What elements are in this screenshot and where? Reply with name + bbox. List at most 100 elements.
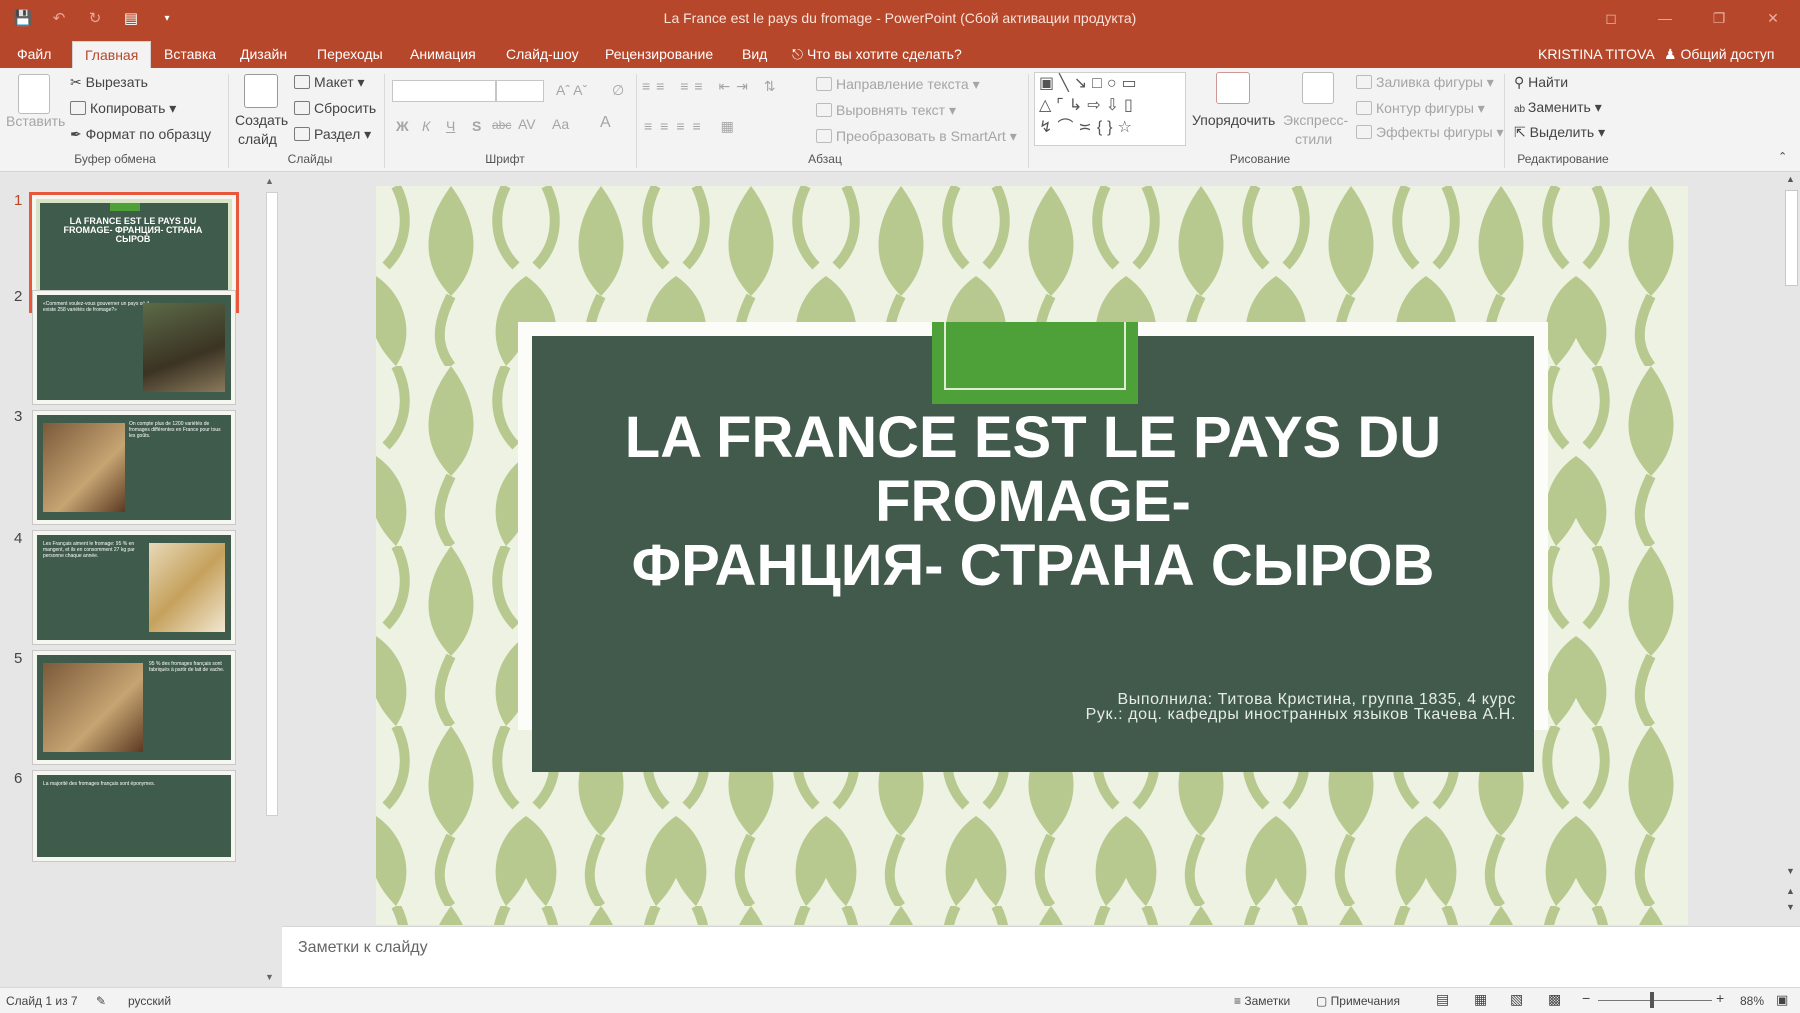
font-size-input[interactable]	[496, 80, 544, 102]
copy-button[interactable]: Копировать ▾	[70, 100, 176, 117]
align-text-button[interactable]: Выровнять текст ▾	[816, 102, 956, 119]
replace-button[interactable]: ab Заменить ▾	[1514, 99, 1602, 116]
new-slide-button-2[interactable]: слайд	[238, 131, 277, 147]
maximize-icon[interactable]: ❐	[1692, 0, 1746, 36]
italic-button[interactable]: К	[422, 118, 430, 134]
thumbnail-scroll-knob[interactable]	[266, 192, 278, 816]
title-bar: 💾 ↶ ↻ ▤ ▾ La France est le pays du froma…	[0, 0, 1800, 36]
slideshow-view-icon[interactable]: ▩	[1548, 991, 1561, 1008]
tab-transitions[interactable]: Переходы	[305, 41, 395, 68]
slide-canvas[interactable]: LA FRANCE EST LE PAYS DU FROMAGE- ФРАНЦИ…	[376, 186, 1688, 925]
scroll-down-icon[interactable]: ▼	[265, 972, 274, 982]
reading-view-icon[interactable]: ▧	[1510, 991, 1523, 1008]
new-slide-button[interactable]: Создать	[235, 112, 288, 128]
shape-effects-button[interactable]: Эффекты фигуры ▾	[1356, 124, 1504, 141]
thumb-number: 4	[14, 530, 23, 547]
tab-insert[interactable]: Вставка	[152, 41, 228, 68]
slide-title[interactable]: LA FRANCE EST LE PAYS DU FROMAGE- ФРАНЦИ…	[552, 406, 1514, 598]
tab-file[interactable]: Файл	[5, 41, 63, 68]
tab-home[interactable]: Главная	[72, 41, 152, 68]
font-name-input[interactable]	[392, 80, 496, 102]
shapes-gallery[interactable]: ▣╲↘□○▭ △⌜↳⇨⇩▯ ↯⌒≍{}☆	[1034, 72, 1186, 146]
ribbon-display-icon[interactable]: ◻	[1584, 0, 1638, 36]
minimize-icon[interactable]: —	[1638, 0, 1692, 36]
tell-me-label: Что вы хотите сделать?	[806, 46, 962, 62]
bold-button[interactable]: Ж	[396, 118, 409, 134]
share-button[interactable]: ♟ Общий доступ	[1664, 46, 1775, 63]
underline-button[interactable]: Ч	[446, 118, 455, 134]
scroll-up-icon[interactable]: ▲	[1786, 174, 1795, 184]
grow-font-icon[interactable]: Aˆ Aˇ	[556, 82, 587, 98]
zoom-slider-handle[interactable]	[1650, 992, 1654, 1008]
section-button[interactable]: Раздел ▾	[294, 126, 371, 143]
prev-slide-icon[interactable]: ▲	[1786, 886, 1795, 896]
paste-icon[interactable]	[18, 74, 50, 114]
quick-styles-button-2[interactable]: стили	[1295, 131, 1332, 147]
select-button[interactable]: ⇱ Выделить ▾	[1514, 124, 1605, 141]
tab-slideshow[interactable]: Слайд-шоу	[494, 41, 591, 68]
tab-review[interactable]: Рецензирование	[593, 41, 725, 68]
slide-scrollbar[interactable]: ▲ ▼ ▲ ▼	[1782, 172, 1800, 926]
arrange-icon[interactable]	[1216, 72, 1250, 104]
scroll-up-icon[interactable]: ▲	[265, 176, 274, 186]
fit-slide-icon[interactable]: ▣	[1776, 992, 1788, 1008]
align-buttons[interactable]: ≡≡≡≡ ▦	[644, 118, 742, 135]
tab-animation[interactable]: Анимация	[398, 41, 488, 68]
slide-thumbnail-6[interactable]: La majorité des fromages français sont é…	[32, 770, 236, 862]
fill-icon	[1356, 75, 1372, 89]
text-direction-button[interactable]: Направление текста ▾	[816, 76, 980, 93]
scroll-down-icon[interactable]: ▼	[1786, 866, 1795, 876]
slide-thumbnail-2[interactable]: «Comment voulez-vous gouverner un pays o…	[32, 290, 236, 405]
slide-thumbnail-3[interactable]: On compte plus de 1200 variétés de froma…	[32, 410, 236, 525]
window-title: La France est le pays du fromage - Power…	[663, 10, 1137, 26]
collapse-ribbon-icon[interactable]: ⌃	[1778, 150, 1787, 163]
slide-thumbnail-5[interactable]: 95 % des fromages français sont fabriqué…	[32, 650, 236, 765]
find-button[interactable]: ⚲ Найти	[1514, 74, 1568, 91]
tab-design[interactable]: Дизайн	[228, 41, 299, 68]
shadow-button[interactable]: S	[472, 118, 481, 134]
normal-view-icon[interactable]: ▤	[1436, 991, 1449, 1008]
list-buttons[interactable]: ≡≡ ≡≡ ⇤⇥ ⇅	[642, 78, 782, 95]
shape-fill-button[interactable]: Заливка фигуры ▾	[1356, 74, 1494, 91]
tab-view[interactable]: Вид	[730, 41, 779, 68]
strike-button[interactable]: abc	[492, 118, 511, 132]
shape-outline-button[interactable]: Контур фигуры ▾	[1356, 100, 1485, 117]
case-button[interactable]: Aa	[552, 116, 569, 132]
next-slide-icon[interactable]: ▼	[1786, 902, 1795, 912]
slide-counter: Слайд 1 из 7	[6, 994, 78, 1008]
paste-button[interactable]: Вставить	[6, 113, 65, 129]
cut-button[interactable]: ✂ Вырезать	[70, 74, 148, 91]
thumb-number: 3	[14, 408, 23, 425]
arrange-button[interactable]: Упорядочить	[1192, 112, 1275, 128]
user-name[interactable]: KRISTINA TITOVA	[1538, 46, 1655, 62]
layout-button[interactable]: Макет ▾	[294, 74, 365, 91]
slide-subtitle[interactable]: Выполнила: Титова Кристина, группа 1835,…	[896, 692, 1516, 723]
person-icon: ♟	[1664, 46, 1681, 62]
zoom-out-icon[interactable]: −	[1582, 990, 1590, 1006]
thumbnail-scrollbar[interactable]: ▲ ▼	[262, 176, 280, 984]
notes-pane[interactable]: Заметки к слайду	[282, 926, 1800, 987]
sorter-view-icon[interactable]: ▦	[1474, 991, 1487, 1008]
slide-thumbnail-4[interactable]: Les Français aiment le fromage: 95 % en …	[32, 530, 236, 645]
language-indicator[interactable]: русский	[128, 994, 171, 1008]
smartart-button[interactable]: Преобразовать в SmartArt ▾	[816, 128, 1017, 145]
spacing-button[interactable]: AV	[518, 116, 536, 132]
zoom-slider[interactable]	[1598, 1000, 1712, 1001]
clear-format-icon[interactable]: ∅	[612, 82, 624, 99]
zoom-in-icon[interactable]: +	[1716, 990, 1724, 1006]
close-icon[interactable]: ✕	[1746, 0, 1800, 36]
font-color-button[interactable]: A	[600, 114, 611, 132]
tell-me-box[interactable]: ⎋ Что вы хотите сделать?	[792, 46, 962, 63]
notes-toggle[interactable]: ≡ Заметки	[1234, 994, 1290, 1008]
reset-button[interactable]: Сбросить	[294, 100, 376, 116]
clipboard-group-label: Буфер обмена	[74, 152, 156, 166]
format-painter-button[interactable]: ✒ Формат по образцу	[70, 126, 211, 143]
comments-toggle[interactable]: ▢ Примечания	[1316, 994, 1400, 1008]
slide-scroll-knob[interactable]	[1785, 190, 1798, 286]
zoom-level[interactable]: 88%	[1740, 994, 1764, 1008]
thumb-number: 6	[14, 770, 23, 787]
new-slide-icon[interactable]	[244, 74, 278, 108]
spellcheck-icon[interactable]: ✎	[96, 994, 106, 1008]
quick-styles-icon[interactable]	[1302, 72, 1334, 104]
quick-styles-button[interactable]: Экспресс-	[1283, 112, 1348, 128]
